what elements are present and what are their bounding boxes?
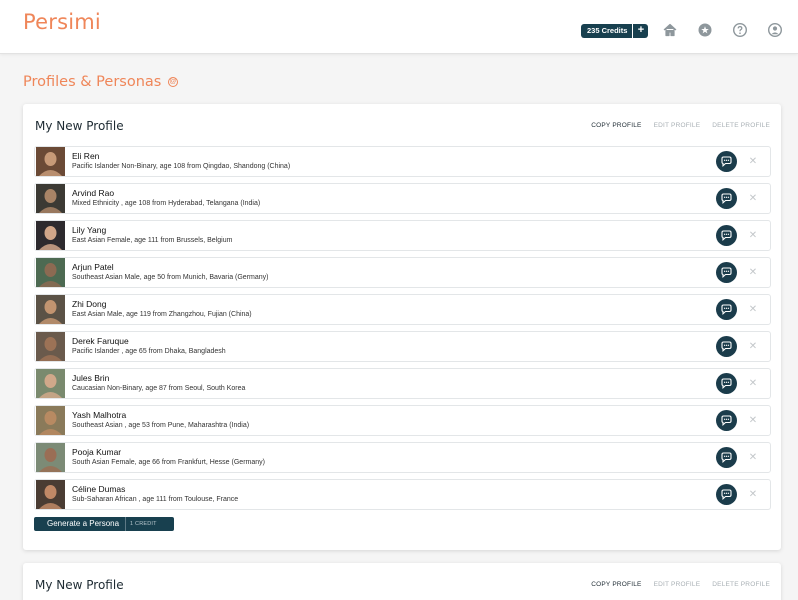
- remove-persona-button[interactable]: ✕: [746, 190, 760, 208]
- info-icon[interactable]: @: [167, 77, 178, 87]
- persona-description: Pacific Islander , age 65 from Dhaka, Ba…: [72, 348, 226, 355]
- persona-name: Derek Faruque: [72, 336, 129, 346]
- profile-card: My New Profile COPY PROFILE EDIT PROFILE…: [23, 563, 781, 600]
- copy-profile-link[interactable]: COPY PROFILE: [591, 122, 641, 129]
- chat-button[interactable]: [716, 336, 737, 357]
- remove-persona-button[interactable]: ✕: [746, 264, 760, 282]
- chat-button[interactable]: [716, 225, 737, 246]
- persona-row[interactable]: Arjun Patel Southeast Asian Male, age 50 …: [34, 257, 771, 288]
- add-credits-button[interactable]: +: [632, 24, 648, 38]
- persona-avatar: [36, 332, 65, 361]
- persona-avatar: [36, 258, 65, 287]
- persona-row[interactable]: Yash Malhotra Southeast Asian , age 53 fr…: [34, 405, 771, 436]
- user-icon[interactable]: [767, 22, 783, 38]
- page-title: Profiles & Personas @: [23, 74, 178, 90]
- chat-icon: [721, 340, 732, 352]
- chat-icon: [721, 229, 732, 241]
- persona-description: Mixed Ethnicity , age 108 from Hyderabad…: [72, 200, 261, 207]
- remove-persona-button[interactable]: ✕: [746, 486, 760, 504]
- persona-name: Zhi Dong: [72, 299, 107, 309]
- persona-name: Pooja Kumar: [72, 447, 122, 457]
- persona-avatar: [36, 295, 65, 324]
- remove-persona-button[interactable]: ✕: [746, 412, 760, 430]
- persona-name: Arvind Rao: [72, 188, 115, 198]
- persona-name: Lily Yang: [72, 225, 107, 235]
- delete-profile-link[interactable]: DELETE PROFILE: [712, 581, 770, 588]
- persona-avatar: [36, 369, 65, 398]
- persona-row[interactable]: Eli Ren Pacific Islander Non-Binary, age …: [34, 146, 771, 177]
- chat-button[interactable]: [716, 410, 737, 431]
- credits-badge[interactable]: 235 Credits +: [581, 24, 649, 38]
- chat-icon: [721, 155, 732, 167]
- chat-button[interactable]: [716, 373, 737, 394]
- persona-row[interactable]: Derek Faruque Pacific Islander , age 65 f…: [34, 331, 771, 362]
- persona-description: East Asian Male, age 119 from Zhangzhou,…: [72, 311, 252, 318]
- persona-row[interactable]: Arvind Rao Mixed Ethnicity , age 108 from…: [34, 183, 771, 214]
- persona-description: Sub-Saharan African , age 111 from Toulo…: [72, 496, 239, 503]
- chat-button[interactable]: [716, 262, 737, 283]
- persona-row[interactable]: Pooja Kumar South Asian Female, age 66 fr…: [34, 442, 771, 473]
- persona-row[interactable]: Lily Yang East Asian Female, age 111 from…: [34, 220, 771, 251]
- chat-icon: [721, 303, 732, 315]
- generate-persona-cost: 1 CREDIT: [125, 517, 174, 531]
- chat-icon: [721, 488, 732, 500]
- persona-name: Jules Brin: [72, 373, 110, 383]
- generate-persona-label: Generate a Persona: [47, 519, 120, 528]
- persona-name: Eli Ren: [72, 151, 100, 161]
- remove-persona-button[interactable]: ✕: [746, 449, 760, 467]
- persona-row[interactable]: Céline Dumas Sub-Saharan African , age 11…: [34, 479, 771, 510]
- chat-button[interactable]: [716, 484, 737, 505]
- persona-name: Arjun Patel: [72, 262, 114, 272]
- remove-persona-button[interactable]: ✕: [746, 375, 760, 393]
- profile-title: My New Profile: [35, 119, 124, 133]
- persona-row[interactable]: Zhi Dong East Asian Male, age 119 from Zh…: [34, 294, 771, 325]
- remove-persona-button[interactable]: ✕: [746, 227, 760, 245]
- profile-actions: COPY PROFILE EDIT PROFILE DELETE PROFILE: [591, 581, 770, 588]
- persona-avatar: [36, 221, 65, 250]
- chat-button[interactable]: [716, 151, 737, 172]
- page-title-text: Profiles & Personas: [23, 74, 162, 90]
- persona-avatar: [36, 443, 65, 472]
- remove-persona-button[interactable]: ✕: [746, 301, 760, 319]
- persona-description: Caucasian Non-Binary, age 87 from Seoul,…: [72, 385, 246, 392]
- persona-avatar: [36, 147, 65, 176]
- chat-button[interactable]: [716, 188, 737, 209]
- generate-persona-button[interactable]: Generate a Persona 1 CREDIT: [34, 517, 174, 531]
- chat-button[interactable]: [716, 299, 737, 320]
- credits-count: 235 Credits: [587, 26, 628, 35]
- profile-actions: COPY PROFILE EDIT PROFILE DELETE PROFILE: [591, 122, 770, 129]
- star-icon[interactable]: [697, 22, 713, 38]
- persona-list: Eli Ren Pacific Islander Non-Binary, age …: [34, 146, 771, 516]
- remove-persona-button[interactable]: ✕: [746, 153, 760, 171]
- persona-description: Southeast Asian , age 53 from Pune, Maha…: [72, 422, 250, 429]
- edit-profile-link[interactable]: EDIT PROFILE: [654, 122, 701, 129]
- top-navbar: Persimi 235 Credits +: [0, 0, 798, 54]
- home-icon[interactable]: [662, 22, 678, 38]
- persona-description: East Asian Female, age 111 from Brussels…: [72, 237, 233, 244]
- persona-avatar: [36, 406, 65, 435]
- copy-profile-link[interactable]: COPY PROFILE: [591, 581, 641, 588]
- chat-icon: [721, 377, 732, 389]
- chat-icon: [721, 266, 732, 278]
- persona-avatar: [36, 480, 65, 509]
- persona-row[interactable]: Jules Brin Caucasian Non-Binary, age 87 f…: [34, 368, 771, 399]
- chat-icon: [721, 192, 732, 204]
- persona-description: Southeast Asian Male, age 50 from Munich…: [72, 274, 269, 281]
- persona-name: Céline Dumas: [72, 484, 126, 494]
- help-icon[interactable]: [732, 22, 748, 38]
- delete-profile-link[interactable]: DELETE PROFILE: [712, 122, 770, 129]
- profile-card: My New Profile COPY PROFILE EDIT PROFILE…: [23, 104, 781, 550]
- persona-avatar: [36, 184, 65, 213]
- chat-icon: [721, 451, 732, 463]
- chat-button[interactable]: [716, 447, 737, 468]
- edit-profile-link[interactable]: EDIT PROFILE: [654, 581, 701, 588]
- profile-title: My New Profile: [35, 578, 124, 592]
- persona-description: South Asian Female, age 66 from Frankfur…: [72, 459, 265, 466]
- chat-icon: [721, 414, 732, 426]
- remove-persona-button[interactable]: ✕: [746, 338, 760, 356]
- persona-name: Yash Malhotra: [72, 410, 127, 420]
- app-logo[interactable]: Persimi: [23, 10, 101, 34]
- persona-description: Pacific Islander Non-Binary, age 108 fro…: [72, 163, 291, 170]
